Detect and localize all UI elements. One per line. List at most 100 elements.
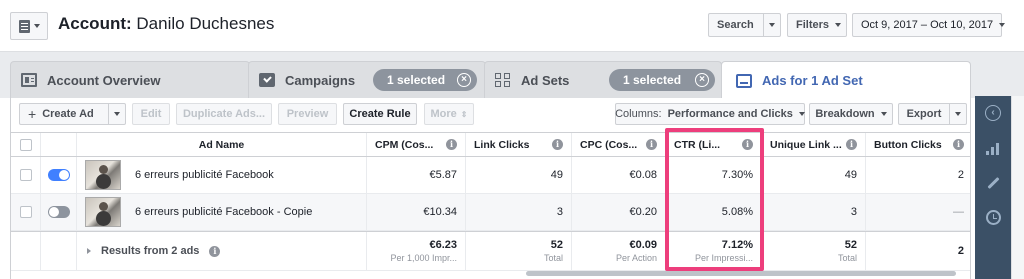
edit-button[interactable]: Edit bbox=[132, 103, 170, 125]
table-row[interactable]: 6 erreurs publicité Facebook - Copie €10… bbox=[11, 194, 970, 231]
expand-triangle-icon bbox=[87, 248, 91, 254]
toggle-knob bbox=[48, 207, 59, 217]
stats-panel-button[interactable] bbox=[975, 134, 1011, 164]
page-title: Account: Danilo Duchesnes bbox=[58, 14, 274, 34]
column-header-label: Link Clicks bbox=[474, 138, 530, 151]
link-clicks-cell: 49 bbox=[466, 157, 572, 193]
summary-subtext: Total bbox=[543, 253, 563, 263]
pencil-icon bbox=[986, 176, 1000, 190]
ads-table: Ad Name CPM (Cos... i Link Clicks i CPC (C… bbox=[10, 132, 971, 279]
tab-label: Ads for 1 Ad Set bbox=[762, 73, 863, 88]
create-ad-button[interactable]: + Create Ad bbox=[19, 103, 109, 125]
grid-icon bbox=[495, 73, 511, 87]
tab-label: Account Overview bbox=[47, 72, 161, 88]
column-header-unique-link[interactable]: Unique Link ... i bbox=[762, 133, 866, 156]
ad-thumbnail bbox=[85, 197, 121, 227]
ad-name-cell: 6 erreurs publicité Facebook - Copie bbox=[77, 194, 367, 230]
info-icon[interactable]: i bbox=[209, 245, 221, 257]
summary-label-cell[interactable]: Results from 2 ads i bbox=[77, 232, 367, 270]
cpc-cell: €0.20 bbox=[572, 194, 666, 230]
edit-panel-button[interactable] bbox=[975, 168, 1011, 198]
cpc-cell: €0.08 bbox=[572, 157, 666, 193]
column-header-link-clicks[interactable]: Link Clicks i bbox=[466, 133, 572, 156]
create-ad-label: Create Ad bbox=[42, 108, 94, 120]
column-header-label: CPM (Cos... bbox=[375, 138, 434, 151]
chevron-left-icon: ‹ bbox=[985, 105, 1001, 121]
summary-value: €6.23 bbox=[429, 239, 457, 251]
table-toolbar: + Create Ad Edit Duplicate Ads... Previe… bbox=[10, 98, 971, 132]
row-checkbox[interactable] bbox=[19, 169, 32, 181]
account-menu-button[interactable] bbox=[10, 12, 48, 40]
tab-ads[interactable]: Ads for 1 Ad Set bbox=[721, 61, 971, 99]
create-ad-dropdown-button[interactable] bbox=[108, 103, 126, 125]
chevron-down-icon bbox=[114, 112, 120, 116]
breakdown-dropdown[interactable]: Breakdown bbox=[809, 103, 893, 125]
summary-value: 7.12% bbox=[721, 239, 753, 251]
selection-badge-label: 1 selected bbox=[623, 73, 682, 87]
select-all-checkbox[interactable] bbox=[19, 138, 32, 151]
toggle-knob bbox=[58, 170, 69, 180]
collapse-panel-button[interactable]: ‹ bbox=[975, 98, 1011, 128]
info-icon[interactable]: i bbox=[552, 139, 563, 150]
link-clicks-cell: 3 bbox=[466, 194, 572, 230]
export-button[interactable]: Export bbox=[898, 103, 950, 125]
summary-button-clicks-cell: 2 bbox=[866, 232, 970, 270]
unique-link-cell: 49 bbox=[762, 157, 866, 193]
history-panel-button[interactable] bbox=[975, 202, 1011, 232]
tab-account-overview[interactable]: Account Overview bbox=[10, 61, 250, 98]
ad-status-toggle[interactable] bbox=[47, 206, 70, 218]
info-icon[interactable]: i bbox=[953, 139, 964, 150]
duplicate-ads-button[interactable]: Duplicate Ads... bbox=[176, 103, 272, 125]
column-header-button-clicks[interactable]: Button Clicks i bbox=[866, 133, 970, 156]
column-header-label: CTR (Li... bbox=[674, 138, 721, 151]
summary-link-clicks-cell: 52 Total bbox=[466, 232, 572, 270]
clear-selection-icon[interactable]: × bbox=[695, 73, 709, 87]
summary-ctr-cell: 7.12% Per Impressi... bbox=[666, 232, 762, 270]
row-checkbox[interactable] bbox=[19, 206, 32, 218]
summary-value: 52 bbox=[844, 239, 857, 251]
ad-icon bbox=[736, 73, 752, 88]
info-icon[interactable]: i bbox=[446, 139, 457, 150]
ad-status-toggle[interactable] bbox=[47, 169, 70, 181]
export-dropdown-button[interactable] bbox=[949, 103, 967, 125]
selection-badge: 1 selected × bbox=[373, 69, 477, 91]
column-header-ad-name[interactable]: Ad Name bbox=[77, 133, 367, 156]
vertical-scrollbar[interactable] bbox=[1011, 96, 1024, 279]
summary-value: €0.09 bbox=[629, 239, 657, 251]
tab-label: Campaigns bbox=[285, 72, 356, 88]
clear-selection-icon[interactable]: × bbox=[457, 73, 471, 87]
tab-campaigns[interactable]: Campaigns 1 selected × bbox=[248, 61, 486, 98]
tab-ad-sets[interactable]: Ad Sets 1 selected × bbox=[484, 61, 722, 98]
ad-name-link[interactable]: 6 erreurs publicité Facebook bbox=[135, 169, 274, 181]
date-range-picker[interactable]: Oct 9, 2017 – Oct 10, 2017 bbox=[852, 13, 1006, 37]
button-clicks-cell: — bbox=[953, 206, 964, 218]
info-icon[interactable]: i bbox=[846, 139, 857, 150]
search-dropdown-button[interactable] bbox=[763, 13, 781, 37]
preview-button[interactable]: Preview bbox=[278, 103, 337, 125]
create-rule-button[interactable]: Create Rule bbox=[343, 103, 417, 125]
ad-name-link[interactable]: 6 erreurs publicité Facebook - Copie bbox=[135, 206, 312, 218]
side-rail: ‹ bbox=[975, 96, 1011, 279]
more-button[interactable]: More ⇕ bbox=[424, 103, 474, 125]
columns-dropdown[interactable]: Columns: Performance and Clicks bbox=[615, 103, 805, 125]
column-header-cpc[interactable]: CPC (Cos... i bbox=[572, 133, 666, 156]
horizontal-scrollbar[interactable] bbox=[526, 271, 956, 276]
header-bar: Account: Danilo Duchesnes Search Filters… bbox=[0, 0, 1024, 52]
row-checkbox-cell bbox=[11, 194, 41, 230]
cpm-cell: €5.87 bbox=[367, 157, 466, 193]
info-icon[interactable]: i bbox=[646, 139, 657, 150]
summary-subtext: Per Action bbox=[615, 253, 657, 263]
summary-subtext: Per 1,000 Impr... bbox=[390, 253, 457, 263]
chevron-down-icon bbox=[955, 112, 961, 116]
column-header-cpm[interactable]: CPM (Cos... i bbox=[367, 133, 466, 156]
ad-name-cell: 6 erreurs publicité Facebook bbox=[77, 157, 367, 193]
clock-icon bbox=[985, 209, 1001, 225]
summary-unique-link-cell: 52 Total bbox=[762, 232, 866, 270]
table-row[interactable]: 6 erreurs publicité Facebook €5.87 49 €0… bbox=[11, 157, 970, 194]
column-header-ctr[interactable]: CTR (Li... i bbox=[666, 133, 762, 156]
search-button[interactable]: Search bbox=[708, 13, 764, 37]
info-icon[interactable]: i bbox=[742, 139, 753, 150]
columns-value: Performance and Clicks bbox=[667, 108, 793, 120]
filters-button[interactable]: Filters bbox=[787, 13, 847, 37]
account-icon bbox=[18, 19, 30, 33]
